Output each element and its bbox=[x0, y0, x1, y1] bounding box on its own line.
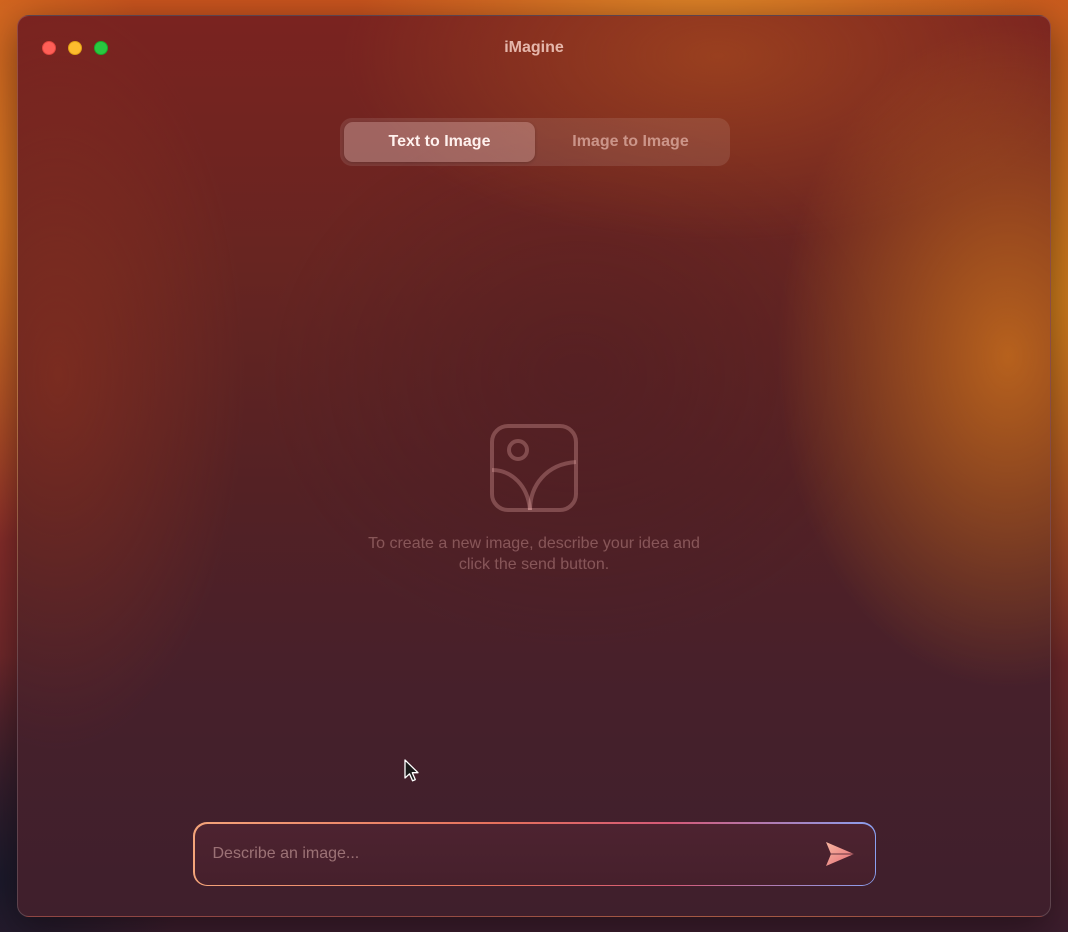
prompt-bar-inner bbox=[194, 823, 875, 885]
app-window: iMagine Text to Image Image to Image To … bbox=[17, 15, 1051, 917]
tab-image-to-image[interactable]: Image to Image bbox=[535, 122, 726, 162]
mouse-pointer-icon bbox=[404, 759, 419, 782]
send-button[interactable] bbox=[823, 839, 857, 869]
prompt-bar bbox=[193, 822, 876, 886]
window-title: iMagine bbox=[504, 39, 564, 56]
mode-switch: Text to Image Image to Image bbox=[340, 118, 730, 166]
empty-state-message: To create a new image, describe your ide… bbox=[18, 533, 1050, 575]
empty-state-line-1: To create a new image, describe your ide… bbox=[368, 535, 700, 552]
empty-state-line-2: click the send button. bbox=[458, 556, 610, 573]
prompt-input[interactable] bbox=[212, 845, 823, 863]
image-placeholder-icon bbox=[490, 424, 578, 512]
tab-text-to-image[interactable]: Text to Image bbox=[344, 122, 535, 162]
paper-plane-icon bbox=[825, 842, 854, 866]
